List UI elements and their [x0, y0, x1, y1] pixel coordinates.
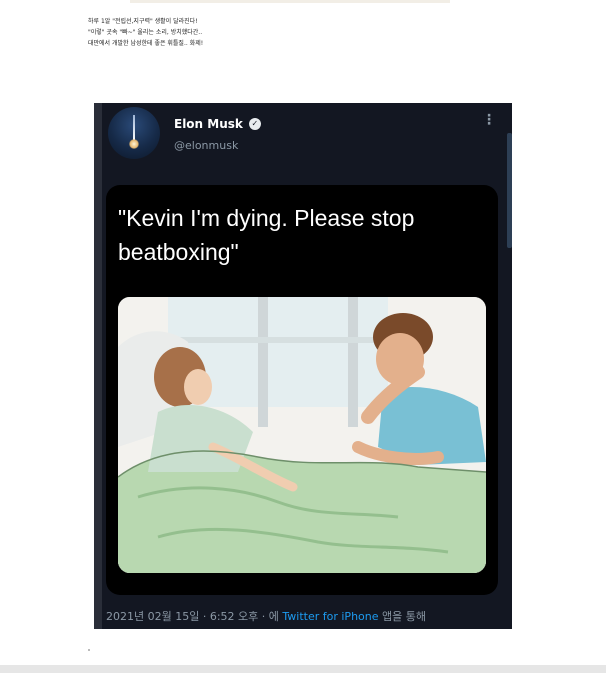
tweet-text: "Kevin I'm dying. Please stop beatboxing…: [118, 205, 415, 265]
caption-line-3: 대만에서 개발한 남성한테 좋은 휘틀질.. 화제!: [88, 40, 204, 47]
author-handle[interactable]: @elonmusk: [174, 139, 238, 152]
avatar[interactable]: [108, 107, 160, 159]
more-options-icon[interactable]: ⋮: [482, 113, 496, 127]
stray-dot: [88, 649, 90, 651]
left-edge-strip: [94, 103, 102, 629]
author-name[interactable]: Elon Musk: [174, 117, 243, 131]
caption-line-1: 하루 1알 "전립선,지구력" 생활이 달라진다!: [88, 18, 198, 25]
timestamp-suffix: 앱을 통해: [378, 610, 426, 623]
caption-line-2: "이렇" 곳속 "빠~" 울리는 소리, 방치했다간..: [88, 29, 203, 36]
ad-caption: 하루 1알 "전립선,지구력" 생활이 달라진다! "이렇" 곳속 "빠~" 울…: [88, 16, 408, 49]
verified-badge-icon: ✓: [248, 118, 261, 130]
timestamp-text: 2021년 02월 15일 · 6:52 오후 · 에: [106, 610, 283, 623]
author-row: Elon Musk ✓: [174, 115, 261, 133]
hospital-illustration[interactable]: [118, 297, 486, 573]
tweet-media-card: "Kevin I'm dying. Please stop beatboxing…: [106, 185, 498, 595]
page-background: 하루 1알 "전립선,지구력" 생활이 달라진다! "이렇" 곳속 "빠~" 울…: [0, 0, 606, 665]
top-banner-edge: [130, 0, 450, 3]
hospital-scene-drawing: [118, 297, 486, 573]
rocket-icon: [133, 115, 135, 141]
tweet-timestamp: 2021년 02월 15일 · 6:52 오후 · 에 Twitter for …: [106, 608, 426, 624]
rocket-flame-icon: [129, 139, 139, 149]
tweet-screenshot: Elon Musk ✓ @elonmusk ⋮ "Kevin I'm dying…: [94, 103, 512, 629]
source-link[interactable]: Twitter for iPhone: [282, 610, 378, 623]
scrollbar[interactable]: [507, 133, 512, 248]
